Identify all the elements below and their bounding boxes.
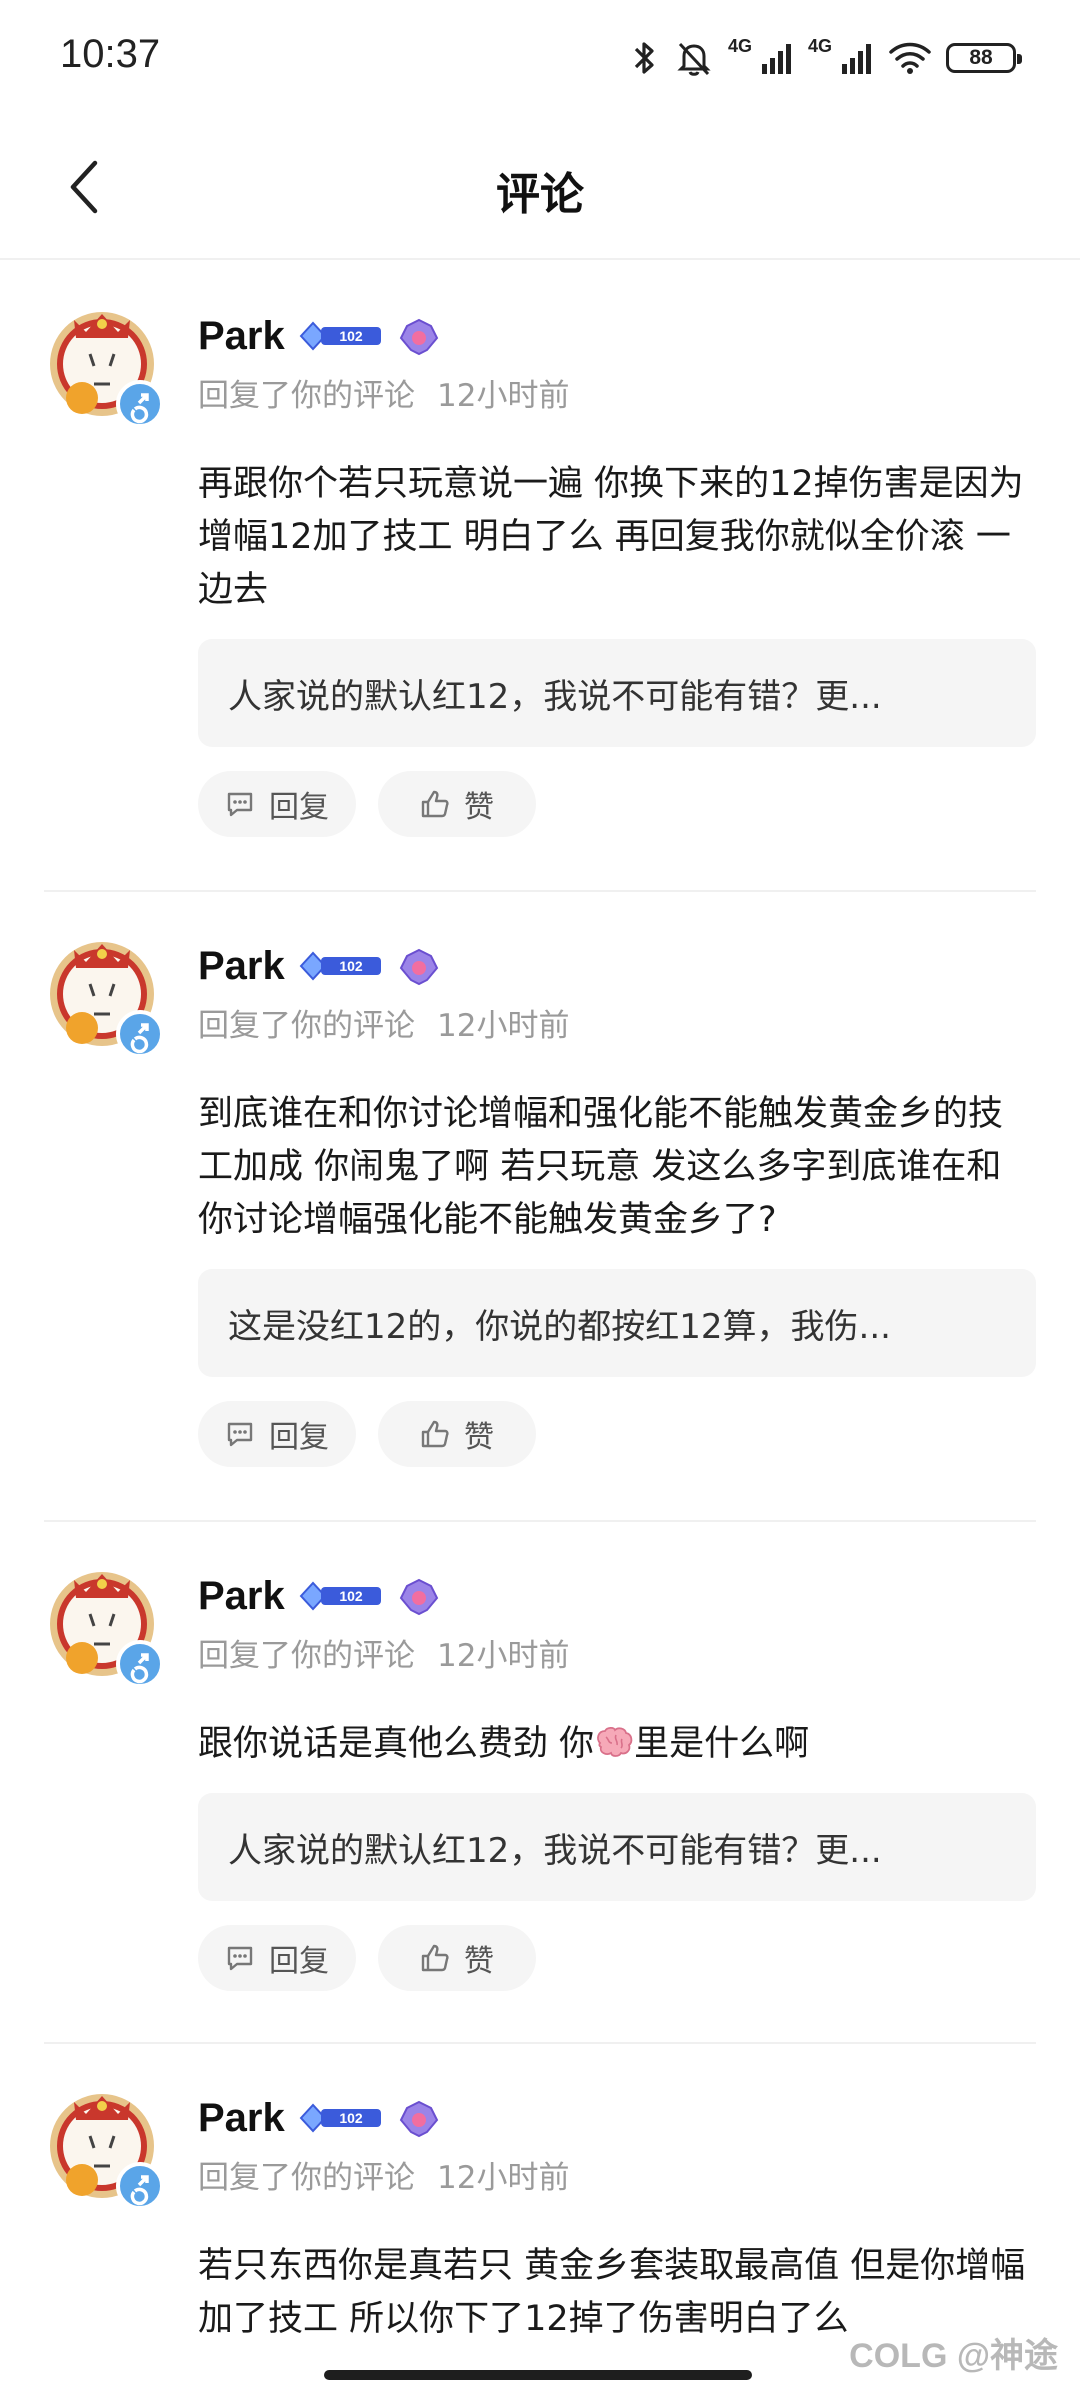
crest-badge-icon [399,1578,438,1616]
thumbs-up-icon [421,1420,449,1448]
comment-meta: 回复了你的评论 12小时前 [198,1630,1036,1674]
like-label: 赞 [464,1420,494,1455]
comment-item[interactable]: Park 102 回复了你的评论 12小时前 跟你说话是真他么费劲 你 里是什么… [44,1522,1036,2044]
avatar[interactable] [44,306,168,430]
chat-bubble-icon [227,1422,253,1447]
reply-action-text: 回复了你的评论 [198,378,415,414]
watermark: COLG @神途 [849,2337,1058,2375]
timestamp: 12小时前 [437,1008,570,1044]
crest-badge-icon [399,318,438,356]
level-text: 102 [339,328,363,344]
like-label: 赞 [464,790,494,825]
reply-action-text: 回复了你的评论 [198,2160,415,2196]
comment-text-after: 里是什么啊 [634,1724,810,1764]
page-title: 评论 [496,169,584,220]
user-name[interactable]: Park [198,1574,285,1619]
quoted-comment[interactable]: 人家说的默认红12，我说不可能有错？更... [198,1793,1036,1901]
battery-indicator: 88 [946,43,1022,73]
comment-item[interactable]: Park 102 回复了你的评论 12小时前 到底谁在和你讨论增幅和强化能不能触… [44,892,1036,1522]
status-bar: 10:37 4G 4G 88 [0,0,1080,120]
reply-button[interactable]: 回复 [198,771,356,837]
reply-action-text: 回复了你的评论 [198,1008,415,1044]
crest-badge-icon [399,948,438,986]
comment-meta: 回复了你的评论 12小时前 [198,370,1036,414]
comment-text: 再跟你个若只玩意说一遍 你换下来的12掉伤害是因为增幅12加了技工 明白了么 再… [198,464,1024,610]
comment-actions: 回复 赞 [198,1925,1036,1991]
chat-bubble-icon [227,792,253,817]
status-time: 10:37 [60,32,161,76]
network-type-1: 4G [727,35,752,56]
battery-level: 88 [969,46,993,69]
quoted-comment[interactable]: 人家说的默认红12，我说不可能有错？更... [198,639,1036,747]
comment-text: 到底谁在和你讨论增幅和强化能不能触发黄金乡的技工加成 你闹鬼了啊 若只玩意 发这… [198,1094,1004,1240]
level-badge: 102 [299,1581,381,1611]
network-type-2: 4G [807,35,832,56]
level-text: 102 [339,958,363,974]
timestamp: 12小时前 [437,378,570,414]
comment-item[interactable]: Park 102 回复了你的评论 12小时前 再跟你个若只玩意说一遍 你换下来的… [44,262,1036,892]
level-text: 102 [339,1588,363,1604]
timestamp: 12小时前 [437,1638,570,1674]
signal-icon-1 [761,44,791,74]
brain-emoji-icon [597,1726,633,1757]
quoted-comment[interactable]: 这是没红12的，你说的都按红12算，我伤... [198,1269,1036,1377]
level-badge: 102 [299,2103,381,2133]
header: 评论 [0,120,1080,260]
avatar[interactable] [44,1566,168,1690]
comment-actions: 回复 赞 [198,1401,1036,1467]
user-name[interactable]: Park [198,944,285,989]
thumbs-up-icon [421,790,449,818]
comment-text-before: 跟你说话是真他么费劲 你 [198,1724,595,1764]
signal-icon-2 [842,44,871,74]
reply-label: 回复 [269,790,329,825]
comment-list: Park 102 回复了你的评论 12小时前 再跟你个若只玩意说一遍 你换下来的… [0,262,1080,2400]
reply-label: 回复 [269,1420,329,1455]
wifi-icon [889,42,931,74]
crest-badge-icon [399,2100,438,2138]
comment-meta: 回复了你的评论 12小时前 [198,2152,1036,2196]
mute-bell-icon [677,42,711,76]
comment-meta: 回复了你的评论 12小时前 [198,1000,1036,1044]
chat-bubble-icon [227,1946,253,1971]
like-button[interactable]: 赞 [378,771,536,837]
user-name[interactable]: Park [198,314,285,359]
user-name[interactable]: Park [198,2096,285,2141]
home-indicator[interactable] [324,2370,752,2380]
level-badge: 102 [299,951,381,981]
reply-button[interactable]: 回复 [198,1925,356,1991]
reply-action-text: 回复了你的评论 [198,1638,415,1674]
avatar[interactable] [44,2088,168,2212]
like-label: 赞 [464,1944,494,1979]
bluetooth-icon [634,42,654,74]
timestamp: 12小时前 [437,2160,570,2196]
level-badge: 102 [299,321,381,351]
thumbs-up-icon [421,1944,449,1972]
level-text: 102 [339,2110,363,2126]
status-icons: 4G 4G 88 [630,35,1022,80]
avatar[interactable] [44,936,168,1060]
reply-label: 回复 [269,1944,329,1979]
reply-button[interactable]: 回复 [198,1401,356,1467]
comment-actions: 回复 赞 [198,771,1036,837]
like-button[interactable]: 赞 [378,1925,536,1991]
like-button[interactable]: 赞 [378,1401,536,1467]
comment-text: 跟你说话是真他么费劲 你 里是什么啊 [198,1718,1036,1771]
